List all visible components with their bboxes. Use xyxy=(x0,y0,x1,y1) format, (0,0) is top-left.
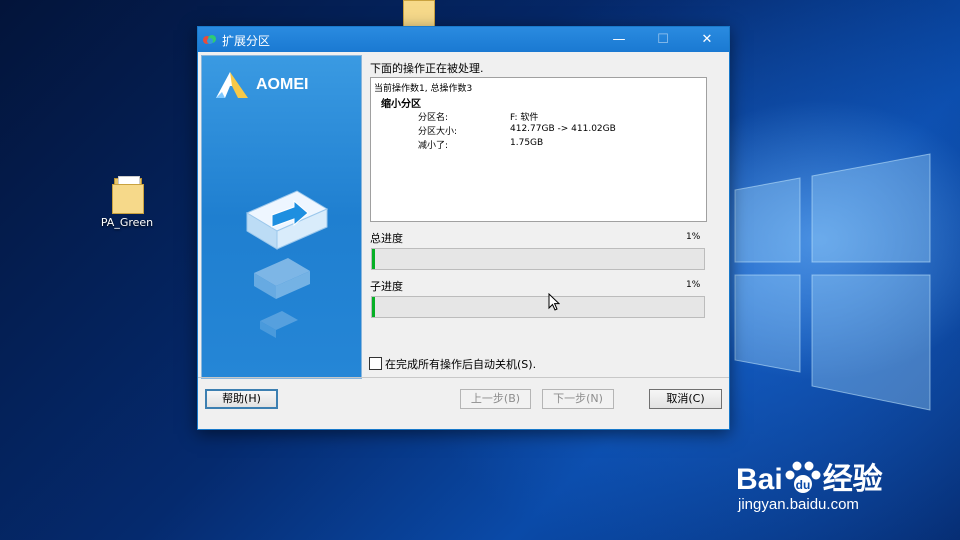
baidu-jingyan-watermark: Bai du 经验 jingyan.baidu.com xyxy=(736,440,951,520)
app-icon xyxy=(203,35,216,44)
auto-shutdown-option[interactable]: 在完成所有操作后自动关机(S). xyxy=(369,356,536,372)
total-progress-percent: 1% xyxy=(686,232,701,242)
auto-shutdown-checkbox[interactable] xyxy=(369,357,382,370)
cancel-button[interactable]: 取消(C) xyxy=(649,389,722,409)
title-bar[interactable]: 扩展分区 — ☐ ✕ xyxy=(198,27,729,52)
next-button[interactable]: 下一步(N) xyxy=(542,389,614,409)
help-button[interactable]: 帮助(H) xyxy=(205,389,278,409)
mouse-pointer-icon xyxy=(548,293,560,311)
window-title: 扩展分区 xyxy=(222,34,271,48)
divider xyxy=(198,377,729,378)
sidebar-banner: AOMEI xyxy=(201,55,362,379)
detail-value: 412.77GB -> 411.02GB xyxy=(510,124,616,134)
detail-value: 1.75GB xyxy=(510,138,544,148)
sub-progress-label: 子进度 xyxy=(370,280,403,293)
maximize-button[interactable]: ☐ xyxy=(641,27,685,52)
detail-key: 分区大小: xyxy=(418,127,458,137)
svg-text:du: du xyxy=(795,478,810,492)
watermark-brand-2: 经验 xyxy=(822,463,883,496)
sub-progress-bar xyxy=(371,296,705,318)
sub-progress-percent: 1% xyxy=(686,280,701,290)
folder-icon xyxy=(112,176,144,214)
watermark-url: jingyan.baidu.com xyxy=(738,496,859,513)
detail-value: F: 软件 xyxy=(510,113,539,123)
detail-key: 分区名: xyxy=(418,113,449,123)
brand-name: AOMEI xyxy=(256,76,309,93)
ops-header: 当前操作数1, 总操作数3 xyxy=(374,84,473,94)
watermark-logo: Bai du 经验 xyxy=(736,454,883,498)
close-button[interactable]: ✕ xyxy=(685,27,729,52)
auto-shutdown-label: 在完成所有操作后自动关机(S). xyxy=(385,358,537,371)
folder-icon xyxy=(403,0,435,30)
operations-list: 当前操作数1, 总操作数3 缩小分区 分区名: F: 软件 分区大小: 412.… xyxy=(370,77,707,222)
extend-partition-dialog: 扩展分区 — ☐ ✕ AOMEI 下面的操作正在被处理. 当前操作数1, 总操作… xyxy=(197,26,730,430)
desktop-folder-pa-green[interactable]: PA_Green xyxy=(92,176,162,229)
minimize-button[interactable]: — xyxy=(597,27,641,52)
disk-arrow-illustration xyxy=(245,190,329,338)
status-label: 下面的操作正在被处理. xyxy=(370,62,484,75)
paw-icon: du xyxy=(785,461,821,493)
aomei-logo-icon xyxy=(216,72,248,98)
detail-key: 减小了: xyxy=(418,141,449,151)
previous-button[interactable]: 上一步(B) xyxy=(460,389,531,409)
sub-progress-fill xyxy=(372,297,376,317)
operation-name: 缩小分区 xyxy=(381,99,421,110)
aomei-logo: AOMEI xyxy=(212,70,332,100)
total-progress-label: 总进度 xyxy=(370,232,403,245)
total-progress-bar xyxy=(371,248,705,270)
total-progress-fill xyxy=(372,249,376,269)
watermark-brand: Bai xyxy=(736,463,783,496)
desktop-icon-label: PA_Green xyxy=(100,216,154,229)
